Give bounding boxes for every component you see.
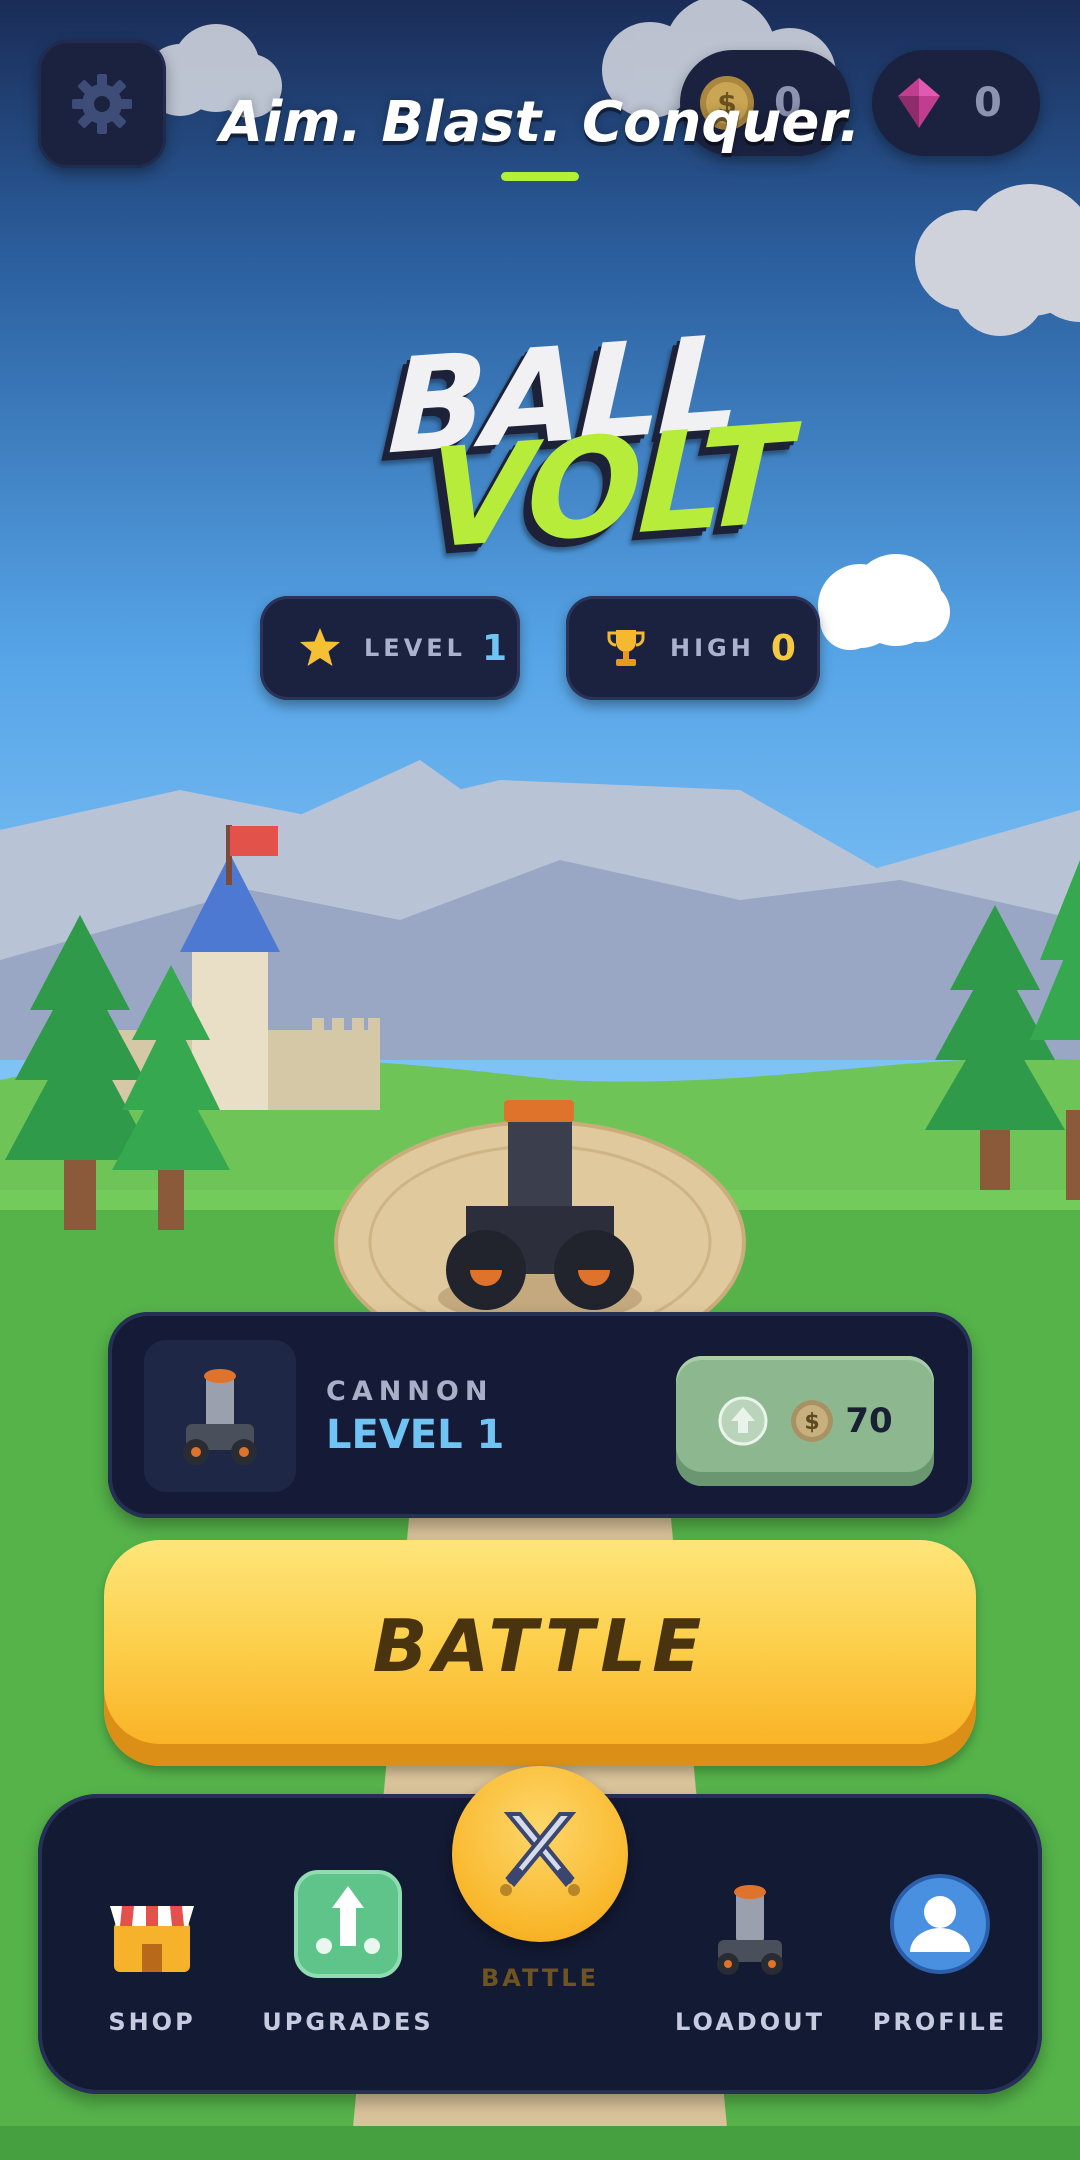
cannon-thumbnail bbox=[144, 1340, 296, 1492]
nav-shop-label: SHOP bbox=[108, 2008, 196, 2036]
level-label: LEVEL bbox=[364, 634, 466, 662]
battle-button[interactable]: BATTLE bbox=[104, 1540, 976, 1766]
profile-icon bbox=[890, 1874, 990, 1974]
cannon-icon bbox=[183, 1369, 257, 1465]
star-icon bbox=[300, 628, 340, 666]
arrow-up-icon bbox=[718, 1396, 768, 1446]
coin-icon: $ bbox=[791, 1400, 834, 1442]
upgrade-cost: 70 bbox=[845, 1401, 893, 1441]
crossed-swords-icon bbox=[500, 1812, 580, 1896]
tagline: Aim. Blast. Conquer. bbox=[219, 90, 861, 155]
logo-volt-text: VOLT bbox=[425, 396, 790, 580]
nav-upgrades[interactable]: UPGRADES bbox=[262, 1794, 431, 2094]
shop-icon bbox=[110, 1906, 194, 1972]
upgrade-icon bbox=[294, 1870, 402, 1978]
nav-battle-label: BATTLE bbox=[481, 1964, 599, 1992]
nav-loadout[interactable]: LOADOUT bbox=[658, 1794, 842, 2094]
nav-profile-label: PROFILE bbox=[872, 2008, 1008, 2036]
svg-text:$: $ bbox=[805, 1410, 820, 1435]
level-badge: LEVEL 1 bbox=[260, 596, 520, 700]
nav-upgrades-label: UPGRADES bbox=[262, 2008, 434, 2036]
level-value: 1 bbox=[481, 627, 508, 669]
cannon-icon bbox=[717, 1885, 783, 1975]
high-label: HIGH bbox=[670, 634, 755, 662]
cannon-level: LEVEL 1 bbox=[326, 1412, 505, 1458]
nav-loadout-label: LOADOUT bbox=[675, 2008, 825, 2036]
nav-profile[interactable]: PROFILE bbox=[862, 1794, 1018, 2094]
battle-button-label: BATTLE bbox=[372, 1604, 708, 1688]
high-score-badge: HIGH 0 bbox=[566, 596, 820, 700]
nav-battle[interactable] bbox=[452, 1766, 628, 1942]
tagline-underline bbox=[501, 172, 579, 181]
upgrade-cannon-button[interactable]: $ 70 bbox=[676, 1356, 934, 1486]
high-value: 0 bbox=[770, 627, 796, 669]
trophy-icon bbox=[607, 630, 645, 666]
nav-shop[interactable]: SHOP bbox=[74, 1794, 230, 2094]
upgrade-caption: CANNON bbox=[326, 1376, 494, 1407]
cannon-upgrade-panel: CANNON LEVEL 1 $ 70 bbox=[108, 1312, 972, 1518]
